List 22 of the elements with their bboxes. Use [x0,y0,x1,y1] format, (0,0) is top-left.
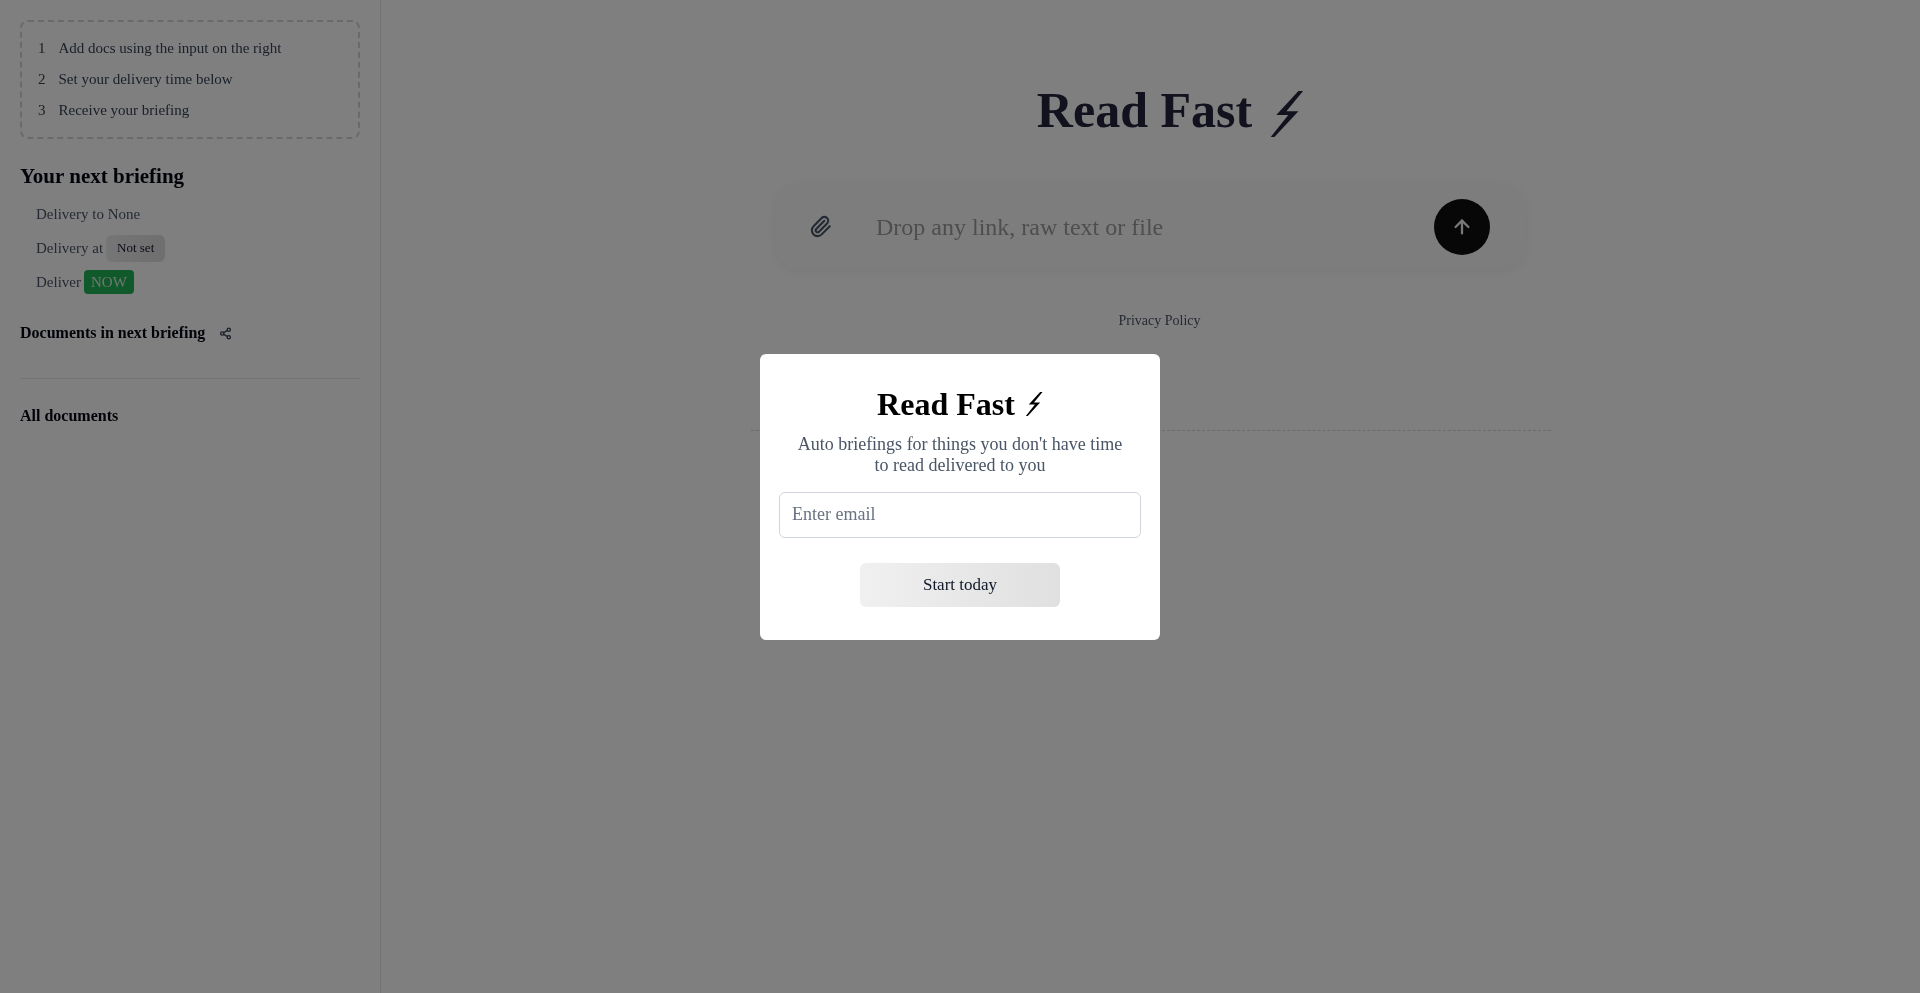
share-icon[interactable] [219,326,233,340]
delivery-time-label: Delivery at [36,238,104,258]
step-number: 1 [38,39,46,59]
start-today-button[interactable]: Start today [860,562,1060,607]
section-heading: All documents [20,407,119,424]
section-heading: Your next briefing [20,163,186,190]
deliver-label: Deliver [36,272,81,292]
dialog-title: Read Fast [877,384,1015,424]
app-title: Read Fast [1036,82,1253,138]
email-field[interactable]: Enter email [779,491,1141,538]
delivery-time-button[interactable]: Not set [106,234,166,262]
step-text: Set your delivery time below [58,70,233,90]
section-heading: Documents in next briefing [20,323,206,344]
step-number: 3 [38,101,46,121]
step-number: 2 [38,70,46,90]
step-text: Receive your briefing [58,101,190,121]
attach-icon[interactable] [809,215,832,238]
lightning-icon [1023,391,1043,416]
delivery-recipient: Delivery to None [36,204,141,224]
step-text: Add docs using the input on the right [58,39,282,59]
dialog-subtitle: Auto briefings for things you don't have time to read delivered to you [796,433,1124,476]
privacy-policy-link[interactable]: Privacy Policy [1118,311,1201,331]
